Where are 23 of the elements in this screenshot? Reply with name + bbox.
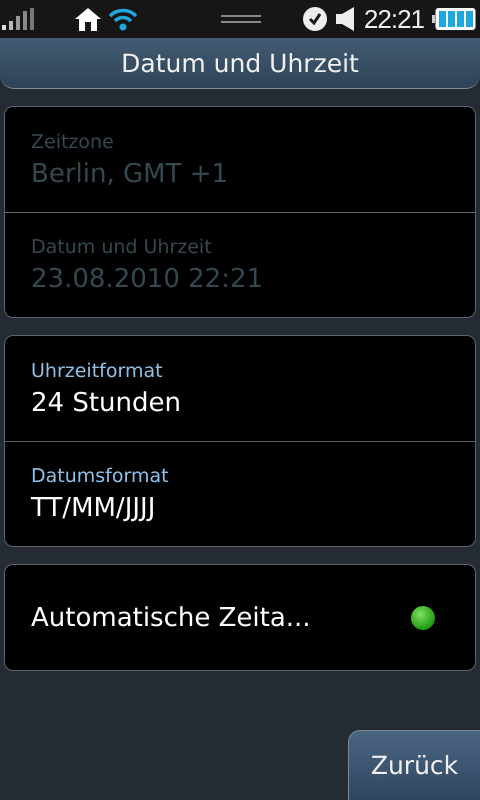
screen-title: Datum und Uhrzeit <box>121 48 359 78</box>
setting-row[interactable]: Automatische Zeita... <box>5 565 475 670</box>
setting-label: Datum und Uhrzeit <box>31 236 213 258</box>
clock-time: 22:21 <box>364 4 424 34</box>
setting-label: Uhrzeitformat <box>31 360 164 382</box>
drag-handle-icon[interactable] <box>221 14 261 24</box>
home-icon <box>74 7 102 31</box>
wifi-icon <box>108 7 138 31</box>
status-indicator[interactable] <box>411 606 435 630</box>
setting-value: 24 Stunden <box>31 388 182 418</box>
back-button[interactable]: Zurück <box>348 730 480 800</box>
setting-value: Berlin, GMT +1 <box>31 158 230 188</box>
setting-value: TT/MM/JJJJ <box>31 493 156 523</box>
setting-value: 23.08.2010 22:21 <box>31 264 264 294</box>
speaker-icon <box>336 6 356 32</box>
setting-label: Datumsformat <box>31 465 170 487</box>
setting-row[interactable]: Datumsformat TT/MM/JJJJ <box>5 441 475 546</box>
battery-icon <box>432 7 476 31</box>
setting-label: Automatische Zeita... <box>31 602 311 632</box>
alarm-clock-icon <box>302 6 328 32</box>
setting-label: Zeitzone <box>31 130 115 152</box>
setting-row[interactable]: Uhrzeitformat 24 Stunden <box>5 336 475 441</box>
signal-icon <box>2 8 34 30</box>
